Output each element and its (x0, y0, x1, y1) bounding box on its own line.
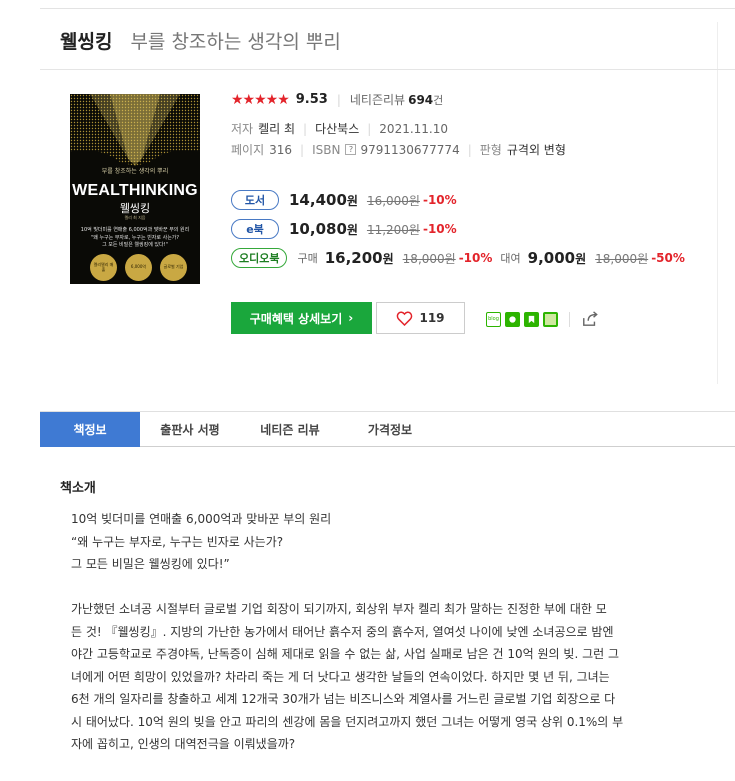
detail-tabs: 책정보 출판사 서평 네티즌 리뷰 가격정보 (40, 411, 735, 447)
pages-value: 316 (269, 142, 293, 157)
audio-buy-discount: -10% (458, 251, 493, 265)
cover-line-2: "왜 누구는 부자로, 누구는 빈자로 사는가? (90, 235, 180, 241)
cover-badge: 6,000억 (125, 254, 152, 281)
author-label: 저자 (231, 122, 254, 136)
price-row-ebook: e북 10,080 원 11,200원 -10% (231, 219, 465, 239)
isbn-value: 9791130677774 (360, 142, 460, 157)
divider (569, 311, 570, 327)
bookmark-glyph-icon (528, 315, 535, 323)
ebook-format-badge[interactable]: e북 (231, 219, 279, 239)
description-line: 야간 고등학교로 주경야독, 난독증이 심해 제대로 읽을 수 없는 삶, 사업… (71, 647, 620, 661)
intro-line: “왜 누구는 부자로, 누구는 빈자로 사는가? (71, 534, 284, 549)
review-unit: 건 (433, 93, 444, 107)
format-label: 판형 (479, 143, 502, 157)
tab-netizen-review[interactable]: 네티즌 리뷰 (240, 412, 340, 447)
meta-row-details: 페이지 316 | ISBN ? 9791130677774 | 판형 규격외 … (231, 141, 566, 158)
side-divider (717, 22, 718, 384)
book-cover[interactable]: 부를 창조하는 생각의 뿌리 WEALTHINKING 웰씽킹 켈리 최 지음 … (70, 94, 200, 284)
audio-rent-discount: -50% (651, 251, 685, 265)
isbn-label: ISBN (312, 142, 341, 157)
book-intro: 10억 빚더미를 연매출 6,000억과 맞바꾼 부의 원리 “왜 누구는 부자… (71, 508, 711, 576)
top-divider (40, 8, 735, 9)
description-line: 녀에게 어떤 희망이 있었을까? 차라리 죽는 게 더 낫다고 생각한 날들의 … (71, 669, 610, 684)
cover-badge: 글로벌 기업 (160, 254, 187, 281)
chevron-right-icon: › (348, 311, 354, 325)
cover-tagline: 부를 창조하는 생각의 뿌리 (101, 168, 169, 175)
description-line: 6천 개의 일자리를 창출하고 세계 12개국 30개가 넘는 비즈니스와 계열… (71, 692, 616, 706)
cover-badges: 켈리델리 매출 6,000억 글로벌 기업 (90, 254, 187, 281)
description-line: 자에 꼽히고, 인생의 대역전극을 이뤄냈을까? (71, 737, 296, 751)
ebook-discount: -10% (422, 222, 457, 236)
description-line: 가난했던 소녀공 시절부터 글로벌 기업 회장이 되기까지, 회상위 부자 켈리… (71, 602, 607, 616)
publish-date: 2021.11.10 (379, 121, 449, 136)
heart-icon (397, 311, 413, 326)
separator: | (367, 121, 372, 136)
isbn-help-icon[interactable]: ? (345, 144, 357, 155)
share-bar: blog (486, 311, 599, 327)
price-row-book: 도서 14,400 원 16,000원 -10% (231, 190, 465, 210)
star-rating-icon: ★★★★★ (231, 91, 290, 108)
tab-publisher-review[interactable]: 출판사 서평 (140, 412, 240, 447)
band-share-icon[interactable] (505, 311, 520, 327)
audio-rent-label: 대여 (500, 252, 521, 265)
audio-buy-unit: 원 (382, 251, 394, 266)
meta-row-author: 저자 켈리 최 | 다산북스 | 2021.11.10 (231, 120, 448, 137)
book-format-badge[interactable]: 도서 (231, 190, 279, 210)
publisher-link[interactable]: 다산북스 (315, 120, 359, 137)
book-title: 웰씽킹 (60, 31, 113, 53)
cover-title-en: WEALTHINKING (72, 182, 198, 199)
audio-rent-price: 9,000 (527, 249, 576, 267)
audiobook-format-badge[interactable]: 오디오북 (231, 248, 288, 268)
separator: | (300, 142, 305, 157)
band-glyph-icon (509, 315, 516, 323)
bookmark-share-icon[interactable] (524, 311, 539, 327)
tab-price-info[interactable]: 가격정보 (340, 412, 440, 447)
separator: | (336, 92, 341, 107)
audio-rent-unit: 원 (575, 251, 587, 266)
cover-author: 켈리 최 지음 (124, 215, 146, 220)
cover-line-1: 10억 빚더미를 연매출 6,000억과 맞바꾼 부의 원리 (80, 227, 190, 233)
review-count[interactable]: 694 (408, 93, 433, 107)
cover-badge: 켈리델리 매출 (90, 254, 117, 281)
description-line: 든 것! 『웰씽킹』. 지방의 가난한 농가에서 태어난 흙수저 중의 흙수저,… (71, 624, 614, 639)
title-row: 웰씽킹 부를 창조하는 생각의 뿌리 (60, 27, 341, 54)
price-row-audiobook: 오디오북 구매 16,200 원 18,000원 -10% 대여 9,000 원… (231, 248, 693, 268)
book-original-price: 16,000원 (366, 193, 420, 208)
audio-buy-original-price: 18,000원 (402, 251, 456, 266)
ebook-price-unit: 원 (346, 222, 358, 237)
audio-buy-price: 16,200 (324, 249, 383, 267)
review-link[interactable]: 네티즌리뷰 (350, 91, 405, 108)
intro-line: 그 모든 비밀은 웰씽킹에 있다!” (71, 557, 230, 571)
book-subtitle: 부를 창조하는 생각의 뿌리 (130, 31, 341, 53)
tab-book-info[interactable]: 책정보 (40, 412, 140, 447)
book-sale-price: 14,400 (289, 191, 347, 209)
ebook-sale-price: 10,080 (289, 220, 347, 238)
format-value: 규격외 변형 (506, 143, 566, 157)
audio-rent-original-price: 18,000원 (595, 251, 649, 266)
like-count: 119 (419, 311, 445, 325)
audio-buy-label: 구매 (297, 252, 318, 265)
book-description: 가난했던 소녀공 시절부터 글로벌 기업 회장이 되기까지, 회상위 부자 켈리… (71, 598, 717, 756)
like-button[interactable]: 119 (376, 302, 465, 334)
rating-row: ★★★★★ 9.53 | 네티즌리뷰 694 건 (231, 91, 443, 108)
intro-line: 10억 빚더미를 연매출 6,000억과 맞바꾼 부의 원리 (71, 512, 332, 526)
purchase-benefits-label: 구매혜택 상세보기 (249, 311, 343, 326)
cover-line-3: 그 모든 비밀은 웰씽킹에 있다!" (102, 242, 168, 248)
pages-label: 페이지 (231, 143, 265, 157)
book-price-unit: 원 (346, 193, 358, 208)
title-divider (40, 69, 735, 70)
author-link[interactable]: 켈리 최 (258, 120, 295, 137)
separator: | (467, 142, 472, 157)
ebook-original-price: 11,200원 (366, 222, 420, 237)
book-discount: -10% (422, 193, 457, 207)
memo-share-icon[interactable] (543, 311, 558, 327)
naver-blog-icon[interactable]: blog (486, 311, 501, 327)
share-icon[interactable] (581, 311, 599, 327)
separator: | (303, 121, 308, 136)
cover-title-kr: 웰씽킹 (119, 202, 151, 215)
purchase-benefits-button[interactable]: 구매혜택 상세보기 › (231, 302, 372, 334)
rating-score: 9.53 (295, 92, 328, 107)
description-line: 시 태어났다. 10억 원의 빚을 안고 파리의 센강에 몸을 던지려고까지 했… (71, 714, 624, 729)
section-title: 책소개 (60, 481, 96, 496)
